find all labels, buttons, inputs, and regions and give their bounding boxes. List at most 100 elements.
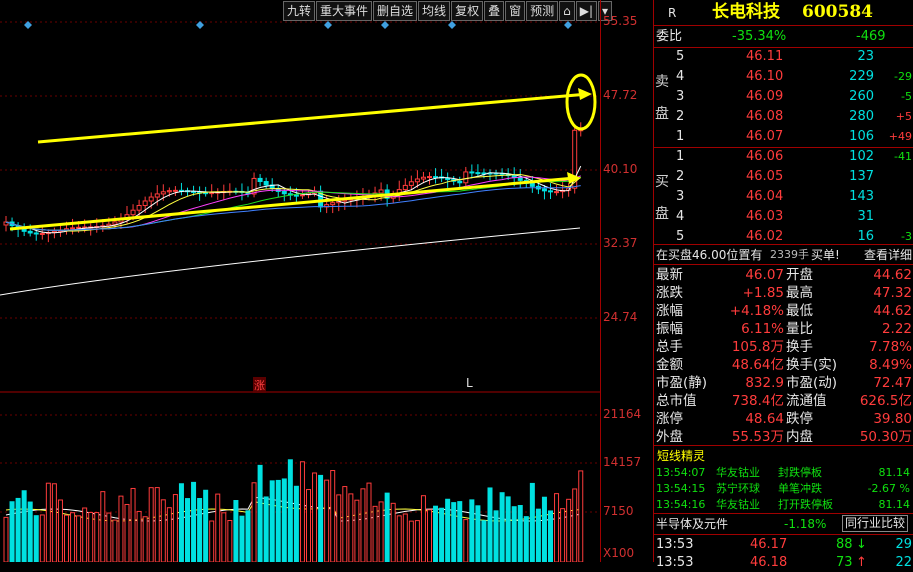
volume-bar: [324, 479, 330, 562]
tick-time: 13:53: [656, 537, 694, 552]
toolbar-button-0[interactable]: 九转: [283, 1, 316, 21]
toolbar: 九转 重大事件 删自选 均线 复权叠窗预测 ⌂ ▶| ▾: [283, 1, 613, 21]
quote-value: +4.18%: [729, 303, 784, 319]
volume-bar: [39, 514, 45, 562]
genie-event: 封跌停板: [778, 466, 822, 479]
quote-row: 市盈(静) 832.9 市盈(动) 72.47: [654, 374, 913, 392]
toolbar-button-3[interactable]: 均线: [418, 1, 451, 21]
volume-bar: [396, 515, 402, 562]
volume-bar: [402, 513, 408, 562]
quote-row: 最新 46.07 开盘 44.62: [654, 266, 913, 284]
buy-level: 4: [676, 209, 685, 224]
r-badge[interactable]: R: [668, 4, 676, 22]
genie-row[interactable]: 13:54:15 苏宁环球 单笔冲跌 -2.67 %: [654, 481, 913, 497]
buy-row: 2 46.05 137: [654, 168, 913, 186]
sell-row: 5 46.11 23: [654, 48, 913, 66]
volume-bar: [3, 516, 9, 562]
volume-bar: [433, 505, 439, 562]
volume-bar: [481, 520, 487, 562]
volume-bar: [245, 510, 251, 562]
genie-row[interactable]: 13:54:07 华友钴业 封跌停板 81.14: [654, 465, 913, 481]
volume-bar: [342, 486, 348, 562]
toolbar-button-5[interactable]: 叠: [484, 1, 505, 21]
volume-bar: [197, 498, 203, 562]
sell-change: -29: [894, 70, 912, 83]
toolbar-button-7[interactable]: 预测: [526, 1, 559, 21]
volume-bar: [124, 503, 130, 562]
candle-body: [76, 226, 82, 229]
price-tick-2: 47.72: [603, 88, 638, 102]
sell-change: -5: [901, 90, 912, 103]
sell-row: 2 46.08 280 +5: [654, 108, 913, 126]
volume-bar: [136, 510, 142, 562]
industry-row: 半导体及元件 -1.18% 同行业比较: [654, 515, 913, 533]
volume-bar: [21, 490, 27, 562]
candle-body: [299, 194, 305, 197]
tick-count: 29: [895, 537, 912, 552]
volume-bar: [439, 507, 445, 562]
volume-bar: [312, 472, 318, 562]
genie-row[interactable]: 13:54:16 华友钴业 打开跌停板 81.14: [654, 497, 913, 513]
volume-bar: [94, 512, 100, 562]
buy-row: 3 46.04 143: [654, 188, 913, 206]
buy-side-label-1: 买: [655, 174, 669, 190]
volume-bar: [457, 501, 463, 562]
volume-bar: [427, 509, 432, 562]
volume-bar: [203, 489, 209, 562]
buy-side-label-2: 盘: [655, 206, 669, 222]
genie-stock: 华友钴业: [716, 466, 760, 479]
quote-value: 72.47: [873, 375, 912, 391]
candle-body: [281, 190, 287, 195]
volume-bar: [493, 510, 499, 562]
quote-label: 流通值: [786, 393, 827, 409]
genie-time: 13:54:07: [656, 466, 706, 479]
industry-compare-button[interactable]: 同行业比较: [842, 515, 909, 532]
quote-value: 44.62: [873, 267, 912, 283]
quote-value: 626.5亿: [859, 393, 912, 409]
toolbar-button-1[interactable]: 重大事件: [316, 1, 373, 21]
industry-name[interactable]: 半导体及元件: [656, 515, 728, 533]
toolbar-button-2[interactable]: 删自选: [373, 1, 418, 21]
volume-bar: [27, 501, 33, 562]
volume-bar: [535, 508, 541, 562]
kline-svg[interactable]: [0, 0, 600, 562]
highlight-ellipse: [565, 73, 597, 131]
sell-side-label-1: 卖: [655, 74, 669, 90]
volume-bar: [487, 487, 493, 562]
genie-title-row: 短线精灵: [654, 447, 913, 465]
volume-bar: [269, 480, 275, 562]
toolbar-button-9[interactable]: ▶|: [575, 1, 598, 21]
view-detail-link[interactable]: 查看详细: [864, 246, 912, 264]
volume-bar: [384, 492, 390, 562]
volume-bar: [185, 498, 190, 562]
candle-body: [130, 209, 136, 216]
toolbar-button-4[interactable]: 复权: [451, 1, 484, 21]
genie-event: 打开跌停板: [778, 498, 833, 511]
quote-value: 39.80: [873, 411, 912, 427]
kline-chart[interactable]: 九转 重大事件 删自选 均线 复权叠窗预测 ⌂ ▶| ▾ 涨 L: [0, 0, 613, 562]
volume-unit: X100: [603, 546, 635, 560]
volume-bar: [578, 470, 584, 562]
genie-title[interactable]: 短线精灵: [657, 447, 705, 465]
candle-body: [475, 172, 481, 175]
candle-body: [27, 230, 33, 234]
genie-time: 13:54:15: [656, 482, 706, 495]
quote-label: 外盘: [656, 429, 683, 445]
large-order-notice: 在买盘46.00位置有 2339手 买单! 查看详细: [654, 246, 913, 264]
candle-body: [529, 182, 535, 187]
buy-price: 46.03: [746, 209, 784, 224]
quote-label: 涨停: [656, 411, 683, 427]
stock-name: 长电科技: [712, 2, 780, 22]
volume-bar: [154, 487, 160, 562]
sell-level: 3: [676, 89, 685, 104]
sell-level: 4: [676, 69, 685, 84]
toolbar-button-6[interactable]: 窗: [505, 1, 526, 21]
quote-label: 振幅: [656, 321, 683, 337]
quote-row: 振幅 6.11% 量比 2.22: [654, 320, 913, 338]
volume-bar: [130, 487, 136, 562]
volume-bar: [554, 493, 560, 562]
candle-body: [293, 194, 299, 197]
quote-value: 2.22: [881, 321, 912, 337]
toolbar-button-8[interactable]: ⌂: [559, 1, 575, 21]
volume-bar: [420, 495, 426, 562]
